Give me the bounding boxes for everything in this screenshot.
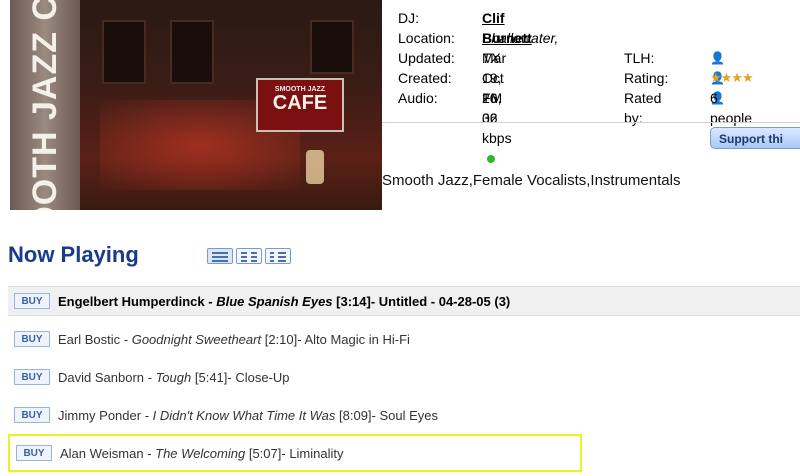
created-label: Created: [398, 70, 452, 86]
now-playing-title: Now Playing [8, 242, 139, 267]
track-album: - Liminality [281, 445, 344, 461]
image-banner-text: SMOOTH JAZZ CAFE [25, 0, 64, 210]
buy-button[interactable]: BUY [14, 369, 50, 385]
track-length: [2:10] [264, 331, 298, 347]
buy-button[interactable]: BUY [14, 407, 50, 423]
info-divider [382, 122, 800, 123]
track-song: Goodnight Sweetheart [131, 331, 262, 347]
audio-label: Audio: [398, 90, 438, 106]
buy-button[interactable]: BUY [16, 445, 52, 461]
image-banner: SMOOTH JAZZ CAFE [10, 0, 80, 210]
track-artist: David Sanborn [58, 369, 144, 385]
track-artist: Engelbert Humperdinck [58, 293, 205, 309]
rating-stars-icon: ★★★★ [710, 70, 754, 85]
list-view-icon[interactable] [236, 248, 262, 264]
station-image: SMOOTH JAZZ CAFE SMOOTH JAZZ CAFE [10, 0, 382, 210]
image-lamp [306, 150, 324, 184]
track-list: BUY Engelbert Humperdinck - Blue Spanish… [8, 286, 800, 472]
genres-text: Smooth Jazz,Female Vocalists,Instrumenta… [382, 172, 681, 189]
image-window [102, 20, 146, 84]
audio-value: FM 32 kbps [482, 90, 512, 146]
view-toggle-group [207, 248, 291, 264]
buy-button[interactable]: BUY [14, 293, 50, 309]
track-album: - Soul Eyes [371, 407, 439, 423]
track-row: BUY Jimmy Ponder - I Didn't Know What Ti… [8, 396, 800, 434]
image-window [310, 20, 354, 74]
status-dot-icon [487, 155, 495, 164]
rating-label: Rating: [624, 70, 669, 86]
cafe-sign: SMOOTH JAZZ CAFE [256, 78, 344, 132]
updated-label: Updated: [398, 50, 455, 66]
track-row: BUY David Sanborn - Tough [5:41] - Close… [8, 358, 800, 396]
track-album: - Close-Up [227, 369, 290, 385]
dj-label: DJ: [398, 10, 419, 26]
track-row: BUY Earl Bostic - Goodnight Sweetheart [… [8, 320, 800, 358]
track-album: - Alto Magic in Hi-Fi [297, 331, 410, 347]
track-row-current: BUY Engelbert Humperdinck - Blue Spanish… [8, 286, 800, 316]
track-song: I Didn't Know What Time It Was [152, 407, 336, 423]
image-window [170, 20, 214, 84]
support-button[interactable]: Support thi [710, 127, 800, 149]
track-song: Tough [155, 369, 192, 385]
compact-view-icon[interactable] [265, 248, 291, 264]
track-artist: Alan Weisman [60, 445, 144, 461]
track-length: [5:07] [248, 445, 282, 461]
track-length: [3:14] [336, 293, 371, 309]
audio-value-wrap: FM 32 kbps [482, 88, 512, 168]
location-label: Location: [398, 30, 455, 46]
tlh-label: TLH: [624, 50, 655, 66]
track-length: [8:09] [339, 407, 372, 423]
track-song: Blue Spanish Eyes [216, 293, 333, 309]
track-song: The Welcoming [155, 445, 246, 461]
track-row-highlighted: BUY Alan Weisman - The Welcoming [5:07] … [8, 434, 582, 472]
buy-button[interactable]: BUY [14, 331, 50, 347]
cafe-sign-big: CAFE [272, 92, 328, 114]
detail-view-icon[interactable] [207, 248, 233, 264]
track-album: - Untitled - 04-28-05 (3) [370, 293, 511, 309]
track-artist: Earl Bostic [58, 331, 121, 347]
track-artist: Jimmy Ponder [58, 407, 142, 423]
track-length: [5:41] [194, 369, 228, 385]
